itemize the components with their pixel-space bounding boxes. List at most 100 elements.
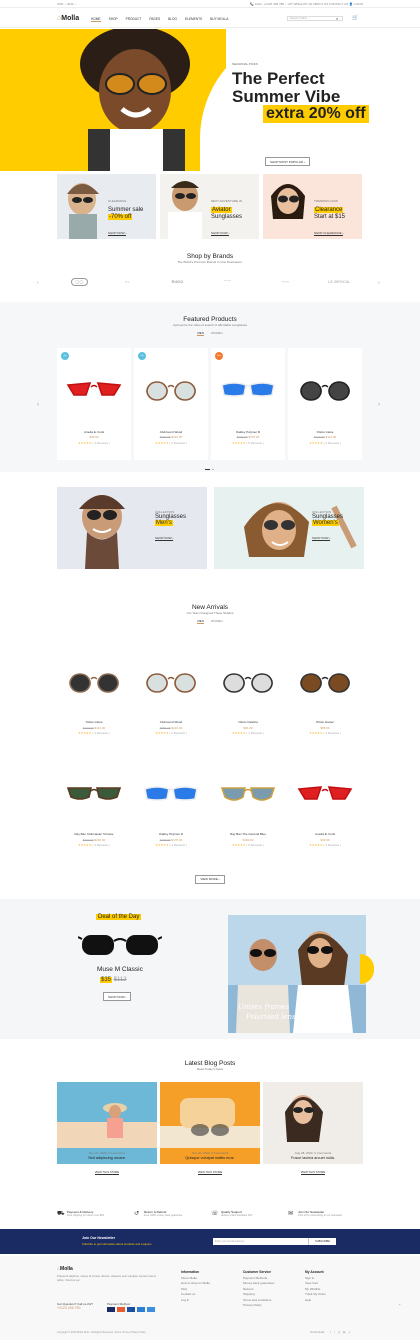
chevron-right-icon[interactable]: › (378, 280, 380, 286)
product-card[interactable]: Amelia E. Funk $49.99 ★★★★★ ( 4 Reviews … (288, 752, 362, 862)
product-card[interactable]: Clubround Wood $280.00 $224.00 ★★★★★ ( 2… (134, 640, 208, 750)
banner-cta[interactable]: SHOP NOW › (211, 231, 230, 236)
footer-link[interactable]: Help (305, 1298, 326, 1304)
brand-logo[interactable]: ⌒⌒ (210, 280, 245, 285)
footer-link[interactable]: Privacy Policy (243, 1303, 275, 1309)
banner-cta[interactable]: SHOP CLEARANCE › (314, 231, 344, 236)
footer-column-title: Customer Service (243, 1270, 272, 1274)
product-card[interactable]: Ray Ban Clubmaster Tortoise $230.00 $210… (57, 752, 131, 862)
product-image (295, 379, 355, 406)
banner-aviator[interactable]: NEXT ADVENTURE IN Aviator Sunglasses SHO… (160, 174, 259, 239)
banner-line2: Sunglasses (211, 214, 243, 220)
scroll-top-icon[interactable]: ⌃ (398, 1303, 401, 1308)
hero-title-1: The Perfect (232, 69, 325, 88)
footer-logo[interactable]: ⌂Molla (57, 1266, 73, 1272)
banner-summer-sale[interactable]: CLEARANCE Summer sale -70% off SHOP NOW … (57, 174, 156, 239)
facebook-icon[interactable]: f (330, 1330, 331, 1334)
brand-logo[interactable]: ◯◯ (62, 278, 97, 286)
brand-logo[interactable]: RUGO (160, 280, 195, 284)
hero-model-image (80, 29, 190, 171)
chevron-left-icon[interactable]: ‹ (37, 280, 39, 286)
product-name[interactable]: Ottoto Caine (57, 720, 131, 724)
blog-post-title[interactable]: Fusce lacinia arcuet nulla. (263, 1156, 363, 1160)
nav-blog[interactable]: BLOG (168, 17, 177, 22)
product-card[interactable]: Ray Ban The General Blue $160.00 ★★★★★ (… (211, 752, 285, 862)
product-card[interactable]: Ottoto Caine $130.00 $114.00 ★★★★★ ( 4 R… (57, 640, 131, 750)
currency-language[interactable]: USD ⌄ ENG ⌄ (57, 2, 77, 6)
product-card[interactable]: New Oakley Polymer R $190.00 $178.00 ★★★… (211, 348, 285, 460)
brand-logo[interactable]: LE BROCAL (322, 280, 357, 284)
newsletter-email-input[interactable]: Enter your Email Address (213, 1238, 308, 1245)
carousel-dot[interactable] (212, 469, 214, 470)
blog-post-title[interactable]: Quisque volutpat mattis eros. (160, 1156, 260, 1160)
banner-cta[interactable]: SHOP NOW › (108, 231, 127, 236)
decor-shape (360, 954, 374, 984)
tab-women[interactable]: WOMEN (211, 331, 223, 335)
footer-link[interactable]: How to shop on Molla (181, 1281, 210, 1287)
logo[interactable]: ⌂Molla (57, 15, 79, 22)
blog-post-cta[interactable]: VIEW THIS STORE (300, 1170, 326, 1175)
product-name[interactable]: Ray Ban Clubmaster Tortoise (57, 832, 131, 836)
product-price: $190.00 $178.00 (134, 838, 208, 842)
chevron-left-icon[interactable]: ‹ (37, 402, 39, 408)
nav-pages[interactable]: PAGES (149, 17, 160, 22)
product-name[interactable]: Oakley Polymer R (134, 832, 208, 836)
subscribe-button[interactable]: SUBSCRIBE (308, 1238, 336, 1245)
nav-shop[interactable]: SHOP (109, 17, 118, 22)
footer-link[interactable]: Log in (181, 1298, 210, 1304)
twitter-icon[interactable]: t (334, 1330, 335, 1334)
brand-logo[interactable]: 〜〜 (268, 280, 303, 285)
product-name[interactable]: Oakley Polymer R (211, 430, 285, 434)
tab-women[interactable]: WOMEN (211, 619, 223, 623)
product-card[interactable]: Ottoto Caledra $84.00 ★★★★★ ( 1 Reviews … (211, 640, 285, 750)
product-name[interactable]: Amelia E. Funk (57, 430, 131, 434)
collection-men[interactable]: COLLECTION Sunglasses Men's SHOP NOW › (57, 487, 207, 569)
product-card[interactable]: Top Clubround Wood $250.00 $224.00 ★★★★★… (134, 348, 208, 460)
deal-cta-button[interactable]: SHOP NOW › (103, 992, 132, 1001)
nav-elements[interactable]: ELEMENTS (185, 17, 202, 22)
blog-post-cta[interactable]: VIEW THIS STORE (197, 1170, 223, 1175)
footer-link[interactable]: Money-back guarantee! (243, 1281, 275, 1287)
hero-cta-button[interactable]: SHOP MOST POPULAR › (265, 157, 310, 166)
view-more-button[interactable]: VIEW MORE › (195, 874, 225, 884)
footer-link[interactable]: Track My Order (305, 1292, 326, 1298)
cart-icon[interactable]: 🛒 (352, 15, 358, 21)
collection-women[interactable]: COLLECTION Sunglasses Women's SHOP NOW › (214, 487, 364, 569)
banner-clearance[interactable]: TRENDING NOW Clearance Start at $15 SHOP… (263, 174, 362, 239)
youtube-icon[interactable]: ▶ (343, 1330, 345, 1334)
nav-buy-molla[interactable]: BUY MOLLA (210, 17, 228, 22)
chevron-right-icon[interactable]: › (378, 402, 380, 408)
product-card[interactable]: Ottoto Harper $88.00 ★★★★★ ( 3 Reviews ) (288, 640, 362, 750)
nav-product[interactable]: PRODUCT (126, 17, 142, 22)
product-name[interactable]: Ottoto Caine (288, 430, 362, 434)
product-image (141, 671, 201, 698)
search-icon[interactable]: ⌕ (336, 16, 338, 21)
feature-subtitle: Free shipping for orders over $50 (67, 1214, 104, 1217)
social-label: Social Media (310, 1331, 325, 1334)
pinterest-icon[interactable]: p (349, 1330, 351, 1334)
product-name[interactable]: Ottoto Caledra (211, 720, 285, 724)
product-name[interactable]: Amelia E. Funk (288, 832, 362, 836)
search-input[interactable]: Search product ... (287, 16, 343, 21)
hero-kicker: SEASONAL PICKS (232, 62, 258, 66)
nav-home[interactable]: HOME (91, 17, 101, 22)
newsletter-bar: Join Our Newsletter Subcribe to get info… (0, 1229, 420, 1254)
brand-logo[interactable]: ≈≈ (110, 280, 145, 284)
blog-post-cta[interactable]: VIEW THIS STORE (94, 1170, 120, 1175)
carousel-dot-active[interactable] (205, 469, 210, 470)
top-links[interactable]: 📞 CALL: +0123 456 789 ♡ MY WISHLIST (3) … (250, 2, 363, 6)
collection-cta[interactable]: SHOP NOW › (312, 536, 331, 541)
product-card[interactable]: Oakley Polymer R $190.00 $178.00 ★★★★★ (… (134, 752, 208, 862)
blog-post-title[interactable]: Sed adipiscing ornare. (57, 1156, 157, 1160)
instagram-icon[interactable]: ◎ (338, 1330, 341, 1334)
tab-men[interactable]: MEN (197, 619, 204, 624)
product-name[interactable]: Ottoto Harper (288, 720, 362, 724)
product-name[interactable]: Ray Ban The General Blue (211, 832, 285, 836)
tab-men[interactable]: MEN (197, 331, 204, 336)
collection-cta[interactable]: SHOP NOW › (155, 536, 174, 541)
product-card[interactable]: Ottoto Caine $140.00 $114.00 ★★★★★ ( 4 R… (288, 348, 362, 460)
product-name[interactable]: Clubround Wood (134, 720, 208, 724)
product-name[interactable]: Clubround Wood (134, 430, 208, 434)
footer-phone[interactable]: +0123 456 789 (57, 1306, 80, 1310)
product-card[interactable]: Top Amelia E. Funk $49.99 ★★★★★ ( 4 Revi… (57, 348, 131, 460)
